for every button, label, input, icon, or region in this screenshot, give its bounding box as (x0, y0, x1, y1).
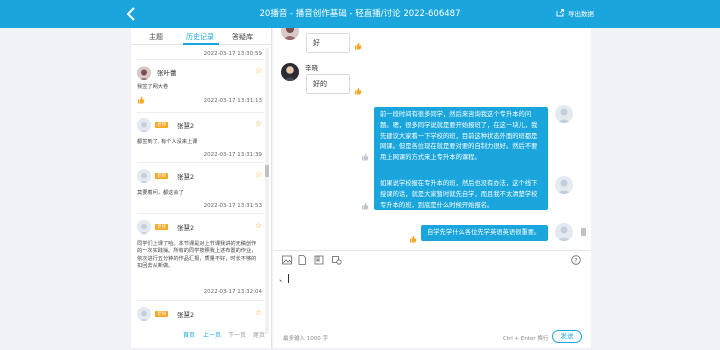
prev-page-link[interactable]: 上一页 (203, 330, 221, 339)
tab-bar: 主题 历史记录 答疑库 (131, 28, 272, 45)
like-icon[interactable] (137, 96, 145, 104)
post-text: 都签到了, 有个人没来上课 (137, 139, 198, 145)
star-icon[interactable]: ☆ (255, 119, 262, 128)
star-icon[interactable]: ☆ (255, 170, 262, 179)
tab-history[interactable]: 历史记录 (186, 32, 214, 42)
star-icon[interactable]: ☆ (255, 308, 262, 317)
like-icon[interactable] (354, 87, 362, 95)
avatar (281, 63, 299, 81)
send-button[interactable]: 发送 (552, 330, 582, 343)
history-scrollbar[interactable] (265, 48, 269, 334)
file-icon[interactable] (297, 255, 307, 265)
pagination: 首页 上一页 下一页 尾页 (131, 328, 272, 340)
avatar (281, 28, 299, 40)
avatar (555, 176, 573, 194)
bookmark-icon[interactable] (314, 255, 324, 265)
post-text: 同学们上课了哈。本节课是对上节课我讲的无稿创作的一次实践操。所有的同学按照我上述… (137, 241, 257, 269)
teacher-badge: 老师 (155, 224, 168, 230)
history-panel: 主题 历史记录 答疑库 2022-03-17 13:30:59 张叶蕾 ☆ 我签… (131, 28, 272, 348)
post-author: 张慧2 (177, 122, 195, 130)
post-time: 2022-03-17 13:30:59 (203, 51, 262, 57)
message-input-value: 、 (279, 274, 287, 283)
page-title: 20播音 - 播音创作基础 - 轻直播/讨论 2022-606487 (259, 9, 461, 19)
message-input[interactable]: 、 (279, 273, 579, 323)
post-time: 2022-03-17 13:31:13 (203, 98, 262, 104)
message-bubble: 自学先学什么各位先学英语英语很重要。 (421, 225, 548, 241)
list-item: 2022-03-17 13:30:59 (137, 46, 264, 60)
link-icon[interactable] (332, 255, 342, 265)
message-bubble: 如果说学校报在专升本的班，然后也没有办法，这个线下授课的话，就是大家暂时就先自学… (374, 176, 548, 210)
export-button[interactable]: 导出数据 (556, 8, 594, 18)
list-item: 老师 张慧2 ☆ 同学们上课了哈。本节课是对上节课我讲的无稿创作的一次实践操。所… (137, 217, 264, 301)
teacher-badge: 老师 (155, 173, 168, 179)
post-author: 张慧2 (177, 224, 195, 232)
chat-scrollbar[interactable] (581, 28, 586, 250)
avatar (137, 307, 151, 321)
post-time: 2022-03-17 13:31:39 (203, 152, 262, 158)
message-editor: ? 、 最多输入 1000 字 Ctrl + Enter 换行 发送 (273, 250, 591, 348)
first-page-link[interactable]: 首页 (183, 330, 195, 339)
avatar (137, 169, 151, 183)
top-bar: 20播音 - 播音创作基础 - 轻直播/讨论 2022-606487 导出数据 (0, 0, 720, 28)
post-text: 我签了网大卷 (137, 84, 169, 90)
post-time: 2022-03-17 13:31:53 (203, 203, 262, 209)
like-icon[interactable] (361, 153, 369, 161)
avatar (555, 223, 573, 241)
post-time: 2022-03-17 13:32:04 (203, 289, 262, 295)
svg-text:?: ? (574, 257, 577, 264)
post-author: 张慧2 (177, 311, 195, 319)
teacher-badge: 老师 (155, 122, 168, 128)
text-caret (288, 274, 289, 283)
shortcut-hint: Ctrl + Enter 换行 (503, 336, 549, 342)
like-icon[interactable] (361, 202, 369, 210)
help-icon[interactable]: ? (571, 255, 581, 265)
post-text: 莫要着问，都这会了 (137, 190, 184, 196)
tab-active-indicator (183, 43, 219, 45)
avatar (137, 220, 151, 234)
list-item: 张叶蕾 ☆ 我签了网大卷 2022-03-17 13:31:13 (137, 63, 264, 113)
scrollbar-thumb[interactable] (265, 165, 269, 177)
avatar (555, 105, 573, 123)
last-page-link[interactable]: 尾页 (253, 330, 265, 339)
post-author: 张慧2 (177, 173, 195, 181)
next-page-link[interactable]: 下一页 (228, 330, 246, 339)
like-icon[interactable] (409, 235, 417, 243)
history-feed: 2022-03-17 13:30:59 张叶蕾 ☆ 我签了网大卷 2022-03… (131, 46, 272, 346)
star-icon[interactable]: ☆ (255, 221, 262, 230)
chat-area: 好 辛晓 好的 前一段时间有很多同学，然后来咨询我这个专升本的问题。嗯，很多同学… (273, 28, 591, 250)
teacher-badge: 老师 (155, 311, 168, 317)
like-icon[interactable] (354, 42, 362, 50)
avatar (137, 66, 151, 80)
scrollbar-thumb[interactable] (581, 228, 586, 236)
image-icon[interactable] (282, 255, 292, 265)
tab-topics[interactable]: 主题 (149, 32, 163, 42)
star-icon[interactable]: ☆ (255, 66, 262, 75)
char-limit-hint: 最多输入 1000 字 (283, 336, 328, 342)
tab-qa-library[interactable]: 答疑库 (232, 32, 253, 42)
message-bubble: 好 (306, 33, 350, 53)
message-author: 辛晓 (305, 64, 318, 72)
export-label: 导出数据 (568, 10, 594, 18)
post-author: 张叶蕾 (157, 69, 177, 77)
export-icon (556, 9, 564, 17)
avatar (137, 118, 151, 132)
list-item: 老师 张慧2 ☆ 都签到了, 有个人没来上课 2022-03-17 13:31:… (137, 115, 264, 163)
message-bubble: 好的 (306, 74, 350, 94)
list-item: 老师 张慧2 ☆ 莫要着问，都这会了 2022-03-17 13:31:53 (137, 166, 264, 214)
